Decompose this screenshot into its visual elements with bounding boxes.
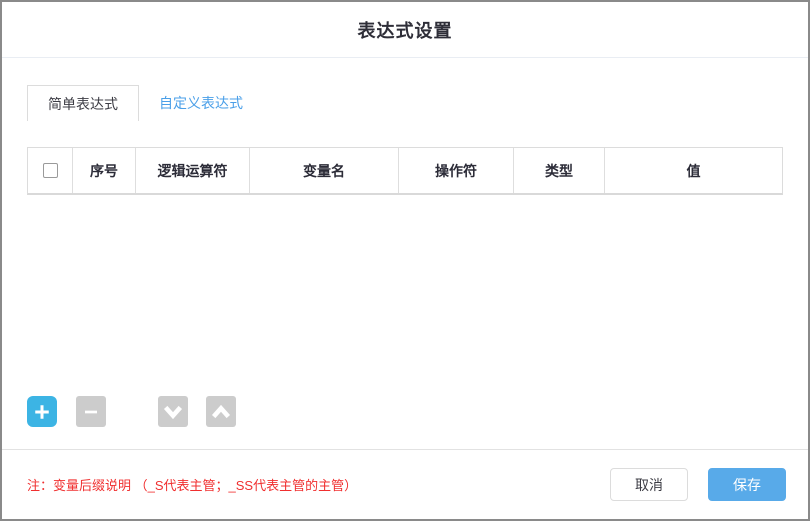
row-actions-toolbar <box>27 396 783 427</box>
move-row-up-button[interactable] <box>206 396 236 427</box>
tab-custom-expression[interactable]: 自定义表达式 <box>139 85 263 121</box>
tab-simple-expression[interactable]: 简单表达式 <box>27 85 139 121</box>
tab-simple-expression-label: 简单表达式 <box>48 94 118 114</box>
dialog-content: 简单表达式 自定义表达式 序号 逻辑运算符 变量名 操作符 类型 值 <box>2 58 808 449</box>
arrow-down-icon <box>162 401 184 423</box>
remove-row-button[interactable] <box>76 396 106 427</box>
select-all-checkbox[interactable] <box>43 163 58 178</box>
table-header-row: 序号 逻辑运算符 变量名 操作符 类型 值 <box>28 148 782 193</box>
plus-icon <box>33 403 51 421</box>
expression-settings-dialog: 表达式设置 简单表达式 自定义表达式 序号 逻辑运算符 变量名 操作符 类型 值 <box>0 0 810 521</box>
tab-custom-expression-label: 自定义表达式 <box>159 93 243 113</box>
column-header-value: 值 <box>604 148 782 193</box>
column-header-operator: 操作符 <box>398 148 513 193</box>
tab-bar: 简单表达式 自定义表达式 <box>27 85 783 121</box>
variable-suffix-note: 注：变量后缀说明 （_S代表主管；_SS代表主管的主管） <box>27 475 357 494</box>
save-button[interactable]: 保存 <box>708 468 786 501</box>
add-row-button[interactable] <box>27 396 57 427</box>
dialog-title: 表达式设置 <box>358 17 453 43</box>
expression-table: 序号 逻辑运算符 变量名 操作符 类型 值 <box>27 147 783 195</box>
column-header-sequence: 序号 <box>72 148 135 193</box>
move-row-down-button[interactable] <box>158 396 188 427</box>
cancel-button[interactable]: 取消 <box>610 468 688 501</box>
minus-icon <box>82 403 100 421</box>
dialog-footer: 注：变量后缀说明 （_S代表主管；_SS代表主管的主管） 取消 保存 <box>2 449 808 519</box>
column-header-variable-name: 变量名 <box>249 148 398 193</box>
column-header-type: 类型 <box>513 148 604 193</box>
arrow-up-icon <box>210 401 232 423</box>
dialog-title-bar: 表达式设置 <box>2 2 808 58</box>
table-header-checkbox-cell <box>28 148 72 193</box>
table-empty-body <box>27 195 783 396</box>
column-header-logic-operator: 逻辑运算符 <box>135 148 249 193</box>
